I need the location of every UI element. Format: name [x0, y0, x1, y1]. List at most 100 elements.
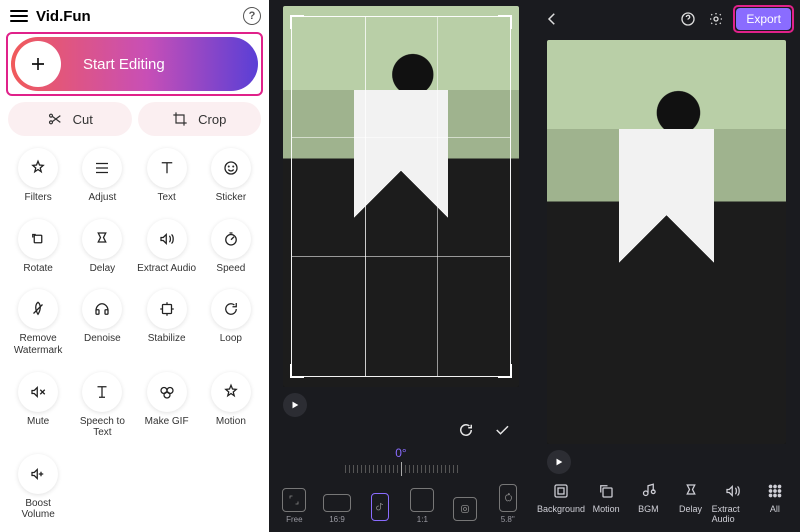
tool-label: Delay [90, 263, 116, 275]
help-icon[interactable] [677, 8, 699, 30]
extract-audio-icon [158, 230, 176, 248]
export-tool-extract-audio[interactable]: Extract Audio [712, 482, 754, 524]
menu-icon[interactable] [8, 6, 30, 26]
tool-loop[interactable]: Loop [199, 289, 263, 363]
tool-speed[interactable]: Speed [199, 219, 263, 282]
export-toolbar: Background Motion BGM Delay Extract Audi… [533, 476, 800, 532]
tool-remove-watermark[interactable]: Remove Watermark [6, 289, 70, 363]
all-icon [766, 482, 784, 500]
play-button[interactable] [547, 450, 571, 474]
tool-filters[interactable]: Filters [6, 148, 70, 211]
ratio-apple[interactable]: 5.8" [488, 484, 527, 524]
tool-label: Mute [27, 416, 49, 428]
background-icon [552, 482, 570, 500]
export-button[interactable]: Export [736, 8, 791, 30]
mute-icon [29, 383, 47, 401]
crop-editor-panel: 0° Free 16:9 1:1 5.8" [269, 0, 533, 532]
home-panel: Vid.Fun ? Start Editing Cut Crop Filters… [0, 0, 269, 532]
tool-extract-audio[interactable]: Extract Audio [135, 219, 199, 282]
rotation-angle-value: 0° [269, 446, 533, 460]
export-tool-label: Background [537, 504, 585, 514]
remove-watermark-icon [29, 300, 47, 318]
sticker-icon [222, 159, 240, 177]
boost-volume-icon [29, 465, 47, 483]
help-icon[interactable]: ? [243, 7, 261, 25]
tool-grid: Filters Adjust Text Sticker Rotate Delay… [0, 144, 269, 532]
tool-label: Speech to Text [72, 416, 132, 439]
tool-make-gif[interactable]: Make GIF [135, 372, 199, 446]
ratio-label: 16:9 [329, 515, 345, 524]
confirm-crop-button[interactable] [493, 421, 511, 444]
tool-stabilize[interactable]: Stabilize [135, 289, 199, 363]
tool-boost-volume[interactable]: Boost Volume [6, 454, 70, 528]
export-tool-background[interactable]: Background [537, 482, 585, 524]
tool-mute[interactable]: Mute [6, 372, 70, 446]
settings-icon[interactable] [705, 8, 727, 30]
tool-label: Remove Watermark [8, 333, 68, 356]
tool-denoise[interactable]: Denoise [70, 289, 134, 363]
ratio-16-9[interactable]: 16:9 [318, 494, 357, 524]
export-tool-bgm[interactable]: BGM [627, 482, 669, 524]
ratio-free[interactable]: Free [275, 488, 314, 524]
ratio-1-1[interactable]: 1:1 [403, 488, 442, 524]
tool-delay[interactable]: Delay [70, 219, 134, 282]
tool-rotate[interactable]: Rotate [6, 219, 70, 282]
back-button[interactable] [541, 8, 563, 30]
tool-text[interactable]: Text [135, 148, 199, 211]
extract-audio-icon [724, 482, 742, 500]
motion-icon [597, 482, 615, 500]
tool-speech-to-text[interactable]: Speech to Text [70, 372, 134, 446]
motion-icon [222, 383, 240, 401]
export-tool-label: Motion [593, 504, 620, 514]
quick-actions: Cut Crop [0, 102, 269, 144]
ratio-label: 5.8" [501, 515, 515, 524]
export-tool-motion[interactable]: Motion [585, 482, 627, 524]
rotation-ruler[interactable] [287, 460, 515, 478]
cut-label: Cut [73, 112, 93, 127]
delay-icon [682, 482, 700, 500]
delay-icon [93, 230, 111, 248]
ratio-instagram[interactable] [446, 497, 485, 524]
export-tool-all[interactable]: All [754, 482, 796, 524]
tool-label: Adjust [88, 192, 116, 204]
tool-sticker[interactable]: Sticker [199, 148, 263, 211]
tool-label: Make GIF [145, 416, 189, 428]
crop-handle-tr[interactable] [498, 15, 512, 29]
tool-label: Boost Volume [8, 498, 68, 521]
denoise-icon [93, 300, 111, 318]
export-tool-label: Delay [679, 504, 702, 514]
tool-label: Rotate [23, 263, 52, 275]
tool-label: Denoise [84, 333, 121, 345]
crop-handle-br[interactable] [498, 364, 512, 378]
crop-grid[interactable] [291, 16, 511, 377]
crop-handle-bl[interactable] [290, 364, 304, 378]
tool-motion[interactable]: Motion [199, 372, 263, 446]
text-icon [158, 159, 176, 177]
bgm-icon [639, 482, 657, 500]
crop-handle-tl[interactable] [290, 15, 304, 29]
tool-label: Stabilize [148, 333, 186, 345]
make-gif-icon [158, 383, 176, 401]
export-tool-delay[interactable]: Delay [669, 482, 711, 524]
export-preview-canvas[interactable] [547, 40, 786, 444]
reset-rotation-button[interactable] [457, 421, 475, 444]
start-editing-button[interactable]: Start Editing [11, 37, 258, 91]
start-editing-region: Start Editing [0, 28, 269, 102]
speed-icon [222, 230, 240, 248]
ratio-tiktok[interactable] [360, 493, 399, 524]
cut-button[interactable]: Cut [8, 102, 132, 136]
crop-canvas[interactable] [283, 6, 519, 387]
start-editing-label: Start Editing [83, 56, 165, 73]
adjust-icon [93, 159, 111, 177]
crop-actions [269, 419, 533, 444]
ratio-label: Free [286, 515, 302, 524]
filters-icon [29, 159, 47, 177]
loop-icon [222, 300, 240, 318]
tool-label: Extract Audio [137, 263, 196, 275]
tool-adjust[interactable]: Adjust [70, 148, 134, 211]
crop-button[interactable]: Crop [138, 102, 262, 136]
video-preview-image [547, 40, 786, 444]
play-button[interactable] [283, 393, 307, 417]
speech-to-text-icon [93, 383, 111, 401]
tool-label: Motion [216, 416, 246, 428]
